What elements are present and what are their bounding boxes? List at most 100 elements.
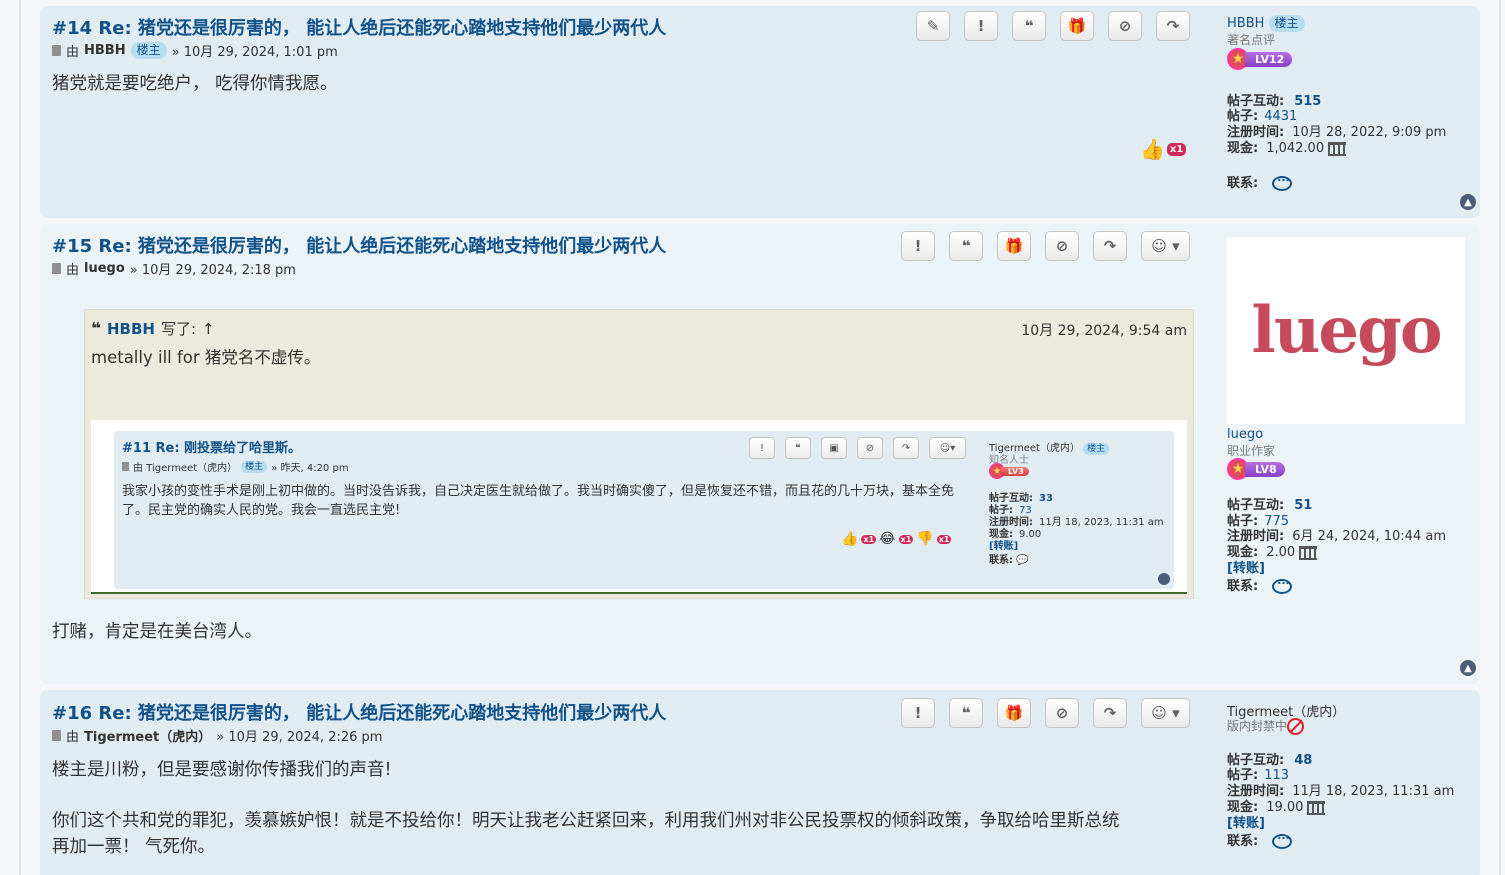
user-profile: Tigermeet（虎内） 版内封禁中 帖子互动: 48 帖子: 113 注册时间:…: [1227, 701, 1467, 861]
reaction-picker-button[interactable]: ☺ ▾: [1141, 698, 1190, 728]
profile-cash: 2.00: [1266, 545, 1296, 560]
thumbs-up-icon: 👍: [841, 531, 859, 547]
post-title[interactable]: #14 Re: 猪党还是很厉害的， 能让人绝后还能死心踏地支持他们最少两代人: [52, 14, 666, 40]
gift-button[interactable]: 🎁: [997, 698, 1031, 728]
post-author[interactable]: HBBH: [84, 43, 126, 58]
author-badge: 楼主: [130, 42, 167, 59]
exclamation-icon: !: [914, 237, 922, 255]
profile-cash: 19.00: [1266, 800, 1304, 815]
embedded-post: #11 Re: 刚投票给了哈里斯。 由 Tigermeet（虎内） 楼主 » 昨…: [114, 431, 1174, 589]
banned-icon: [1287, 718, 1305, 735]
report-button[interactable]: !: [901, 698, 935, 728]
right-border: [1499, 0, 1501, 875]
embedded-meta: 由 Tigermeet（虎内） 楼主 » 昨天, 4:20 pm: [122, 459, 349, 474]
post-date: » 10月 29, 2024, 1:01 pm: [171, 45, 338, 60]
transfer-link[interactable]: [转账]: [1227, 557, 1265, 576]
blockquote: ❝ HBBH 写了: ↑ 10月 29, 2024, 9:54 am metal…: [84, 309, 1194, 599]
bank-icon: [1307, 800, 1326, 815]
back-to-top-icon[interactable]: ▲: [1460, 660, 1476, 676]
thumbs-up-icon: 👍: [1140, 137, 1165, 161]
profile-interactions[interactable]: 515: [1294, 94, 1321, 109]
gift-icon: 🎁: [1004, 237, 1024, 255]
quote-text: metally ill for 猪党名不虚传。: [91, 348, 321, 367]
profile-username[interactable]: HBBH: [1227, 16, 1264, 31]
post-body: 打赌，肯定是在美台湾人。: [52, 622, 262, 642]
share-button[interactable]: ↷: [1156, 11, 1190, 41]
user-profile: HBBH 楼主 著名点评 ★ LV12 帖子互动: 515 帖子: 4431 注册时间…: [1227, 15, 1467, 195]
post-title[interactable]: #16 Re: 猪党还是很厉害的， 能让人绝后还能死心踏地支持他们最少两代人: [52, 699, 666, 725]
ban-icon: ⊘: [1118, 17, 1132, 35]
profile-interactions[interactable]: 51: [1294, 498, 1312, 513]
profile-rank: 版内封禁中: [1227, 719, 1288, 733]
bank-icon: [1299, 545, 1318, 560]
thumbs-down-icon: 👎: [916, 531, 934, 547]
exclamation-icon: !: [914, 704, 922, 722]
post-icon: [52, 45, 61, 56]
left-border: [19, 0, 21, 875]
edit-button[interactable]: ✎: [916, 11, 950, 41]
post-date: » 10月 29, 2024, 2:18 pm: [129, 263, 296, 278]
profile-username[interactable]: luego: [1227, 427, 1263, 442]
reaction-like[interactable]: 👍 x1: [1140, 137, 1187, 161]
post-title[interactable]: #15 Re: 猪党还是很厉害的， 能让人绝后还能死心踏地支持他们最少两代人: [52, 232, 666, 258]
ban-icon: ⊘: [1055, 237, 1069, 255]
back-to-top-icon[interactable]: ▲: [1460, 194, 1476, 210]
ban-button[interactable]: ⊘: [1045, 698, 1079, 728]
avatar[interactable]: luego: [1227, 237, 1465, 424]
ban-button[interactable]: ⊘: [1045, 231, 1079, 261]
quote-button[interactable]: ❝: [1012, 11, 1046, 41]
share-icon: ↷: [1103, 704, 1117, 722]
post-date: » 10月 29, 2024, 2:26 pm: [216, 730, 383, 745]
report-button[interactable]: !: [901, 231, 935, 261]
share-icon: ↷: [1103, 237, 1117, 255]
share-button[interactable]: ↷: [1093, 231, 1127, 261]
user-profile: luego 职业作家 ★ LV8 帖子互动: 51 帖子: 775 注册时间: 6月 2…: [1227, 427, 1467, 597]
share-icon: ↷: [893, 437, 919, 459]
gift-icon: 🎁: [1004, 704, 1024, 722]
quote-author[interactable]: HBBH: [107, 320, 155, 338]
share-button[interactable]: ↷: [1093, 698, 1127, 728]
embedded-body: 我家小孩的变性手术是刚上初中做的。当时没告诉我，自己决定医生就给做了。我当时确实…: [122, 484, 955, 518]
quote-button[interactable]: ❝: [949, 698, 983, 728]
post-meta: 由 HBBH 楼主 » 10月 29, 2024, 1:01 pm: [52, 41, 338, 60]
post-body-line-2: 你们这个共和党的罪犯，羡慕嫉妒恨！就是不投给你！明天让我老公赶紧回来，利用我们州…: [52, 811, 1120, 831]
profile-interactions[interactable]: 48: [1294, 753, 1312, 768]
quote-icon: ❝: [961, 704, 971, 722]
quote-icon: ❝: [91, 318, 101, 339]
gift-button[interactable]: 🎁: [997, 231, 1031, 261]
embedded-reactions: 👍 x1 😂 x1 👎 x1: [841, 531, 952, 547]
exclamation-icon: !: [977, 17, 985, 35]
level-badge: ★ LV12: [1227, 48, 1293, 70]
post-16: #16 Re: 猪党还是很厉害的， 能让人绝后还能死心踏地支持他们最少两代人 由…: [40, 690, 1480, 875]
post-author[interactable]: luego: [84, 261, 125, 276]
reaction-picker-button[interactable]: ☺ ▾: [1141, 231, 1190, 261]
back-to-top-icon: [1158, 573, 1170, 585]
post-body-line-1: 楼主是川粉，但是要感谢你传播我们的声音!: [52, 760, 392, 780]
post-icon: [52, 263, 61, 274]
level-badge: ★ LV3: [989, 463, 1029, 479]
post-body-line-3: 再加一票！ 气死你。: [52, 837, 216, 857]
post-body: 猪党就是要吃绝户， 吃得你情我愿。: [52, 74, 338, 94]
ban-icon: ⊘: [857, 437, 883, 459]
contact-icon[interactable]: [1272, 829, 1293, 849]
contact-icon[interactable]: [1272, 574, 1293, 594]
quote-icon: ❝: [1024, 17, 1034, 35]
post-author[interactable]: Tigermeet（虎内）: [84, 726, 211, 745]
contact-icon[interactable]: [1272, 171, 1293, 191]
report-button[interactable]: !: [964, 11, 998, 41]
post-15: #15 Re: 猪党还是很厉害的， 能让人绝后还能死心踏地支持他们最少两代人 由…: [40, 224, 1480, 684]
jump-to-source-icon[interactable]: ↑: [202, 320, 215, 338]
smiley-icon: ☺ ▾: [1151, 237, 1180, 255]
quote-button[interactable]: ❝: [949, 231, 983, 261]
gift-icon: 🎁: [1067, 17, 1087, 35]
contact-icon: 💬: [1016, 555, 1029, 566]
quote-header: ❝ HBBH 写了: ↑: [91, 318, 215, 339]
smiley-icon: ☺▾: [929, 437, 966, 459]
level-badge: ★ LV8: [1227, 458, 1285, 480]
profile-cash: 1,042.00: [1266, 141, 1325, 156]
ban-button[interactable]: ⊘: [1108, 11, 1142, 41]
post-icon: [52, 730, 61, 741]
transfer-link[interactable]: [转账]: [1227, 812, 1265, 831]
bank-icon: [1328, 141, 1347, 156]
gift-button[interactable]: 🎁: [1060, 11, 1094, 41]
